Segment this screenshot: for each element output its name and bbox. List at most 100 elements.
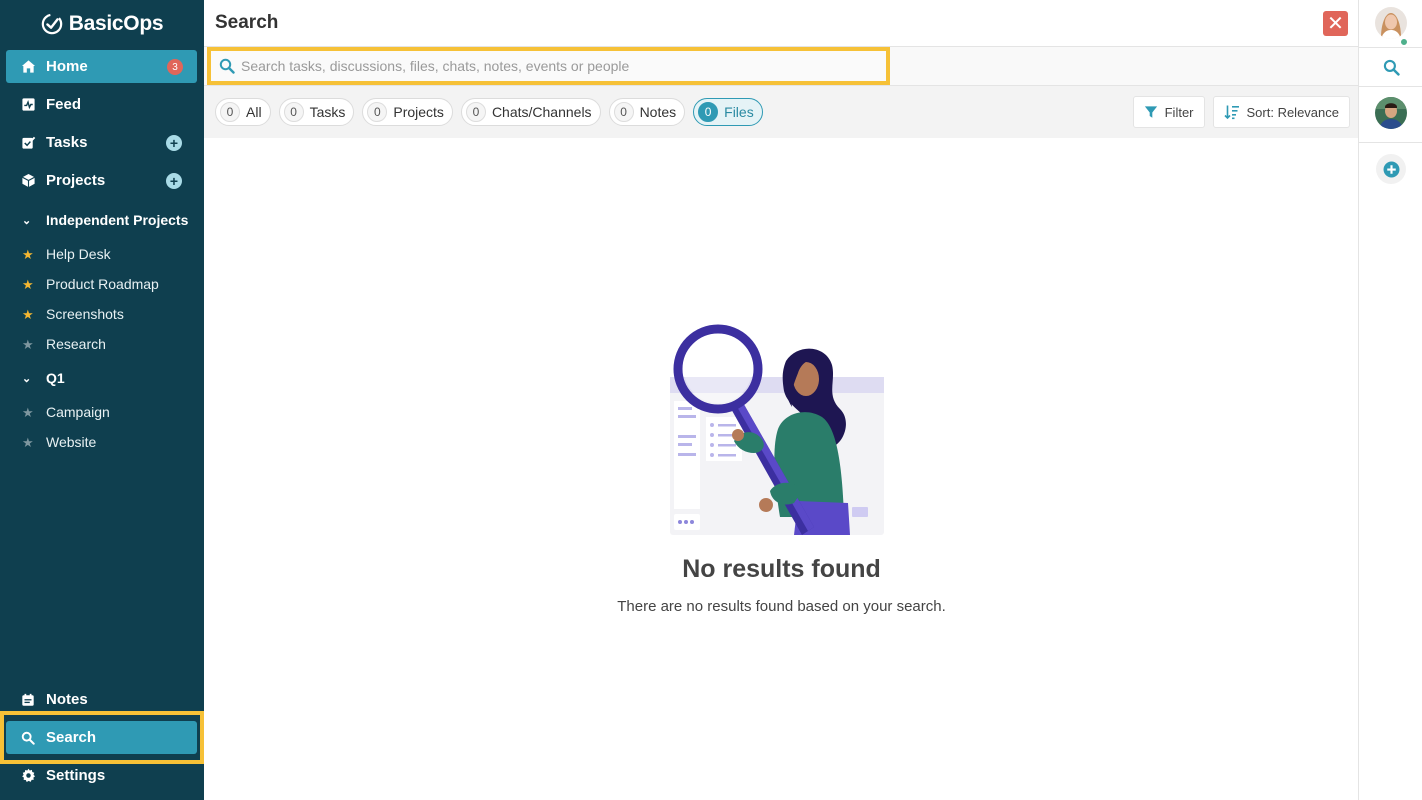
- rail-divider: [1359, 86, 1422, 87]
- project-item-help-desk[interactable]: ★ Help Desk: [6, 240, 197, 268]
- project-item-website[interactable]: ★ Website: [6, 428, 197, 456]
- add-task-icon[interactable]: +: [166, 135, 182, 151]
- project-item-screenshots[interactable]: ★ Screenshots: [6, 300, 197, 328]
- chip-label: Tasks: [309, 104, 346, 120]
- search-bar: [204, 47, 1359, 86]
- add-member-button[interactable]: [1376, 154, 1406, 184]
- rail-search-slot: [1359, 48, 1422, 86]
- result-tools: Filter Sort: Relevance: [1132, 96, 1350, 128]
- search-box-highlight: [207, 47, 890, 85]
- group-independent-projects[interactable]: ⌄ Independent Projects: [6, 206, 197, 234]
- feed-icon: [20, 97, 36, 113]
- star-icon[interactable]: ★: [22, 436, 34, 449]
- add-project-icon[interactable]: +: [166, 173, 182, 189]
- project-item-campaign[interactable]: ★ Campaign: [6, 398, 197, 426]
- rail-user-slot: [1359, 96, 1422, 130]
- project-label: Research: [46, 336, 106, 352]
- current-user-avatar[interactable]: [1375, 7, 1407, 39]
- nav-tasks-label: Tasks: [46, 134, 88, 151]
- project-label: Screenshots: [46, 306, 124, 322]
- chip-tasks[interactable]: 0 Tasks: [278, 98, 355, 126]
- nav-notes-label: Notes: [46, 691, 88, 708]
- nav-projects-label: Projects: [46, 172, 106, 189]
- star-icon[interactable]: ★: [22, 406, 34, 419]
- nav-home-label: Home: [46, 58, 88, 75]
- project-label: Help Desk: [46, 246, 111, 262]
- nav-feed[interactable]: Feed: [6, 88, 197, 121]
- empty-state: No results found There are no results fo…: [204, 139, 1359, 800]
- nav-projects[interactable]: Projects +: [6, 164, 197, 197]
- chevron-down-icon: ⌄: [22, 372, 32, 385]
- chip-all[interactable]: 0 All: [215, 98, 271, 126]
- nav-feed-label: Feed: [46, 96, 82, 113]
- group-label: Independent Projects: [46, 212, 189, 228]
- filter-bar: 0 All 0 Tasks 0 Projects 0 Chats/Channel…: [204, 86, 1359, 138]
- empty-state-message: There are no results found based on your…: [617, 598, 946, 615]
- project-item-research[interactable]: ★ Research: [6, 330, 197, 358]
- gear-icon: [20, 768, 36, 784]
- chip-chats-channels[interactable]: 0 Chats/Channels: [460, 98, 601, 126]
- chip-notes[interactable]: 0 Notes: [608, 98, 686, 126]
- chip-count: 0: [283, 102, 304, 122]
- notes-icon: [20, 692, 36, 708]
- logo-check-icon: [41, 13, 63, 34]
- search-nav-highlight: [0, 711, 204, 764]
- search-input[interactable]: [241, 58, 861, 74]
- filter-button[interactable]: Filter: [1132, 96, 1205, 128]
- chip-projects[interactable]: 0 Projects: [362, 98, 453, 126]
- nav-home[interactable]: Home 3: [6, 50, 197, 83]
- title-bar: Search ✕: [204, 0, 1359, 47]
- star-icon[interactable]: ★: [22, 338, 34, 351]
- home-notification-badge: 3: [167, 59, 183, 75]
- chip-label: Notes: [639, 104, 677, 120]
- empty-state-title: No results found: [682, 555, 881, 583]
- chip-label: Projects: [393, 104, 444, 120]
- nav-settings-label: Settings: [46, 767, 106, 784]
- right-rail: [1358, 0, 1422, 800]
- chip-label: All: [246, 104, 262, 120]
- project-label: Product Roadmap: [46, 276, 159, 292]
- funnel-icon: [1144, 106, 1157, 118]
- sort-label: Sort: Relevance: [1246, 104, 1340, 120]
- rail-divider: [1359, 142, 1422, 143]
- plus-circle-icon: [1383, 161, 1399, 177]
- star-favorite-icon[interactable]: ★: [22, 248, 34, 261]
- page-title: Search: [215, 12, 279, 33]
- star-favorite-icon[interactable]: ★: [22, 308, 34, 321]
- project-item-product-roadmap[interactable]: ★ Product Roadmap: [6, 270, 197, 298]
- chip-count: 0: [698, 102, 719, 122]
- home-icon: [20, 59, 36, 75]
- group-label: Q1: [46, 370, 65, 386]
- no-results-illustration: [670, 324, 884, 535]
- chip-count: 0: [465, 102, 486, 122]
- chip-count: 0: [613, 102, 634, 122]
- online-status-dot: [1399, 37, 1409, 47]
- filter-label: Filter: [1164, 104, 1194, 120]
- sort-button[interactable]: Sort: Relevance: [1212, 96, 1350, 128]
- close-icon: ✕: [1327, 13, 1344, 35]
- rail-add-slot: [1359, 154, 1422, 184]
- app-name: BasicOps: [68, 11, 164, 35]
- nav-tasks[interactable]: Tasks +: [6, 126, 197, 159]
- close-button[interactable]: ✕: [1323, 11, 1348, 36]
- project-label: Campaign: [46, 404, 110, 420]
- chip-count: 0: [220, 102, 240, 122]
- projects-cube-icon: [20, 173, 36, 189]
- search-icon[interactable]: [1383, 59, 1400, 76]
- chip-label: Chats/Channels: [491, 104, 592, 120]
- sort-icon: [1223, 105, 1239, 120]
- sidebar: BasicOps Home 3 Feed Tasks + Projects + …: [0, 0, 204, 800]
- tasks-icon: [20, 135, 36, 151]
- project-label: Website: [46, 434, 97, 450]
- chip-count: 0: [367, 102, 388, 122]
- nav-settings[interactable]: Settings: [6, 759, 197, 792]
- chip-label: Files: [724, 104, 754, 120]
- chevron-down-icon: ⌄: [22, 214, 32, 227]
- group-q1[interactable]: ⌄ Q1: [6, 364, 197, 392]
- star-favorite-icon[interactable]: ★: [22, 278, 34, 291]
- app-logo[interactable]: BasicOps: [0, 0, 204, 47]
- chip-files[interactable]: 0 Files: [693, 98, 763, 126]
- search-icon: [219, 58, 235, 74]
- current-user-slot: [1359, 7, 1422, 47]
- user-avatar[interactable]: [1375, 97, 1407, 129]
